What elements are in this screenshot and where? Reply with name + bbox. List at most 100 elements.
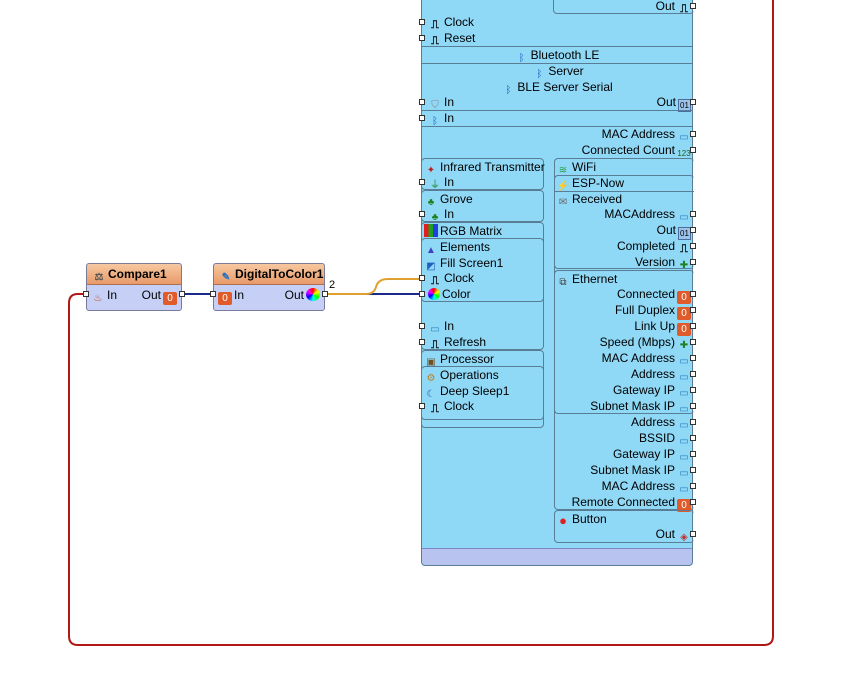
version-pin[interactable]: [690, 259, 696, 265]
connected-count-pin[interactable]: [690, 147, 696, 153]
sleep-clock-row: ⎍ Clock: [428, 398, 474, 415]
clock-pulse-icon: ⎍: [431, 403, 439, 415]
digitaltocolor-component[interactable]: ✎ DigitalToColor1 0 In Out: [213, 263, 325, 311]
version-row: Version ✚: [556, 254, 691, 271]
ble-in-pin[interactable]: [419, 99, 425, 105]
top-out-pin[interactable]: [690, 3, 696, 9]
compare-in-row: ♨ In: [91, 287, 118, 304]
grove-title-row: ♣ Grove: [424, 191, 473, 208]
top-out-row: Out ⎍: [553, 0, 691, 15]
full-duplex-row: Full Duplex 0: [556, 302, 691, 320]
fill-clock-pin[interactable]: [419, 275, 425, 281]
connected-count-row: Connected Count 123: [581, 143, 691, 158]
compare-icon: ⚖: [94, 272, 104, 283]
wifi-address-row: Address ▭: [556, 414, 691, 431]
board-footer: [422, 548, 692, 565]
fill-color-pin[interactable]: [419, 291, 425, 297]
wifi-mac-row: MAC Address ▭: [556, 478, 691, 495]
macaddress-pin[interactable]: [690, 211, 696, 217]
wifi-gateway-row: Gateway IP ▭: [556, 446, 691, 463]
wifi-subnet-pin[interactable]: [690, 467, 696, 473]
flame-icon: ♨: [93, 293, 103, 304]
ble-server-serial-row: ᛒ BLE Server Serial: [421, 79, 693, 96]
link-up-row: Link Up 0: [556, 318, 691, 336]
eth-address-pin[interactable]: [690, 371, 696, 377]
eth-gateway-pin[interactable]: [690, 387, 696, 393]
clock-pulse-icon: ⎍: [680, 3, 688, 15]
clock-pin[interactable]: [419, 19, 425, 25]
button-title-row: ● Button: [556, 511, 607, 527]
digitaltocolor-out-row: Out: [285, 287, 320, 303]
digitaltocolor-in-pin[interactable]: [210, 291, 216, 297]
matrix-in-pin[interactable]: [419, 323, 425, 329]
button-out-pin[interactable]: [690, 531, 696, 537]
sleep-clock-pin[interactable]: [419, 403, 425, 409]
espnow-out-row: Out 01: [556, 222, 691, 240]
operations-row: ⚙ Operations: [424, 367, 499, 384]
elements-row: ▲ Elements: [424, 239, 490, 256]
connected-pin[interactable]: [690, 291, 696, 297]
wire-clock-to-fillscreen[interactable]: [328, 278, 421, 295]
reset-pin[interactable]: [419, 35, 425, 41]
bssid-pin[interactable]: [690, 435, 696, 441]
wifi-address-pin[interactable]: [690, 419, 696, 425]
wifi-title-row: ≋ WiFi: [556, 159, 596, 176]
compare-title: ⚖ Compare1: [87, 264, 181, 285]
compare-out-pin[interactable]: [179, 291, 185, 297]
color-wheel-icon: [306, 288, 320, 301]
bluetooth-icon: ᛒ: [505, 85, 512, 96]
grove-in-pin[interactable]: [419, 211, 425, 217]
processor-row: ▣ Processor: [424, 351, 494, 368]
connected-row: Connected 0: [556, 286, 691, 304]
remote-connected-row: Remote Connected 0: [556, 494, 691, 512]
digitaltocolor-title: ✎ DigitalToColor1: [214, 264, 324, 285]
color-wheel-icon: [428, 288, 440, 300]
button-state-icon: ◈: [680, 532, 688, 543]
server-row: ᛒ Server: [478, 63, 638, 80]
clock-row: ⎍ Clock: [428, 14, 474, 31]
eth-subnet-pin[interactable]: [690, 403, 696, 409]
eth-mac-address-pin[interactable]: [690, 355, 696, 361]
rgb-matrix-title-row: RGB Matrix: [424, 223, 502, 239]
ble-out-pin[interactable]: [690, 99, 696, 105]
fill-color-row: Color: [428, 286, 471, 302]
wifi-gateway-pin[interactable]: [690, 451, 696, 457]
compare-component[interactable]: ⚖ Compare1 ♨ In Out 0: [86, 263, 182, 311]
ble-in2-row: ᛒ In: [428, 110, 454, 127]
fill-clock-row: ⎍ Clock: [428, 270, 474, 287]
digital-icon: 0: [163, 292, 177, 305]
button-out-row: Out ◈: [556, 526, 691, 543]
infrared-in-pin[interactable]: [419, 179, 425, 185]
fill-screen-row: ◩ Fill Screen1: [424, 255, 503, 272]
completed-pin[interactable]: [690, 243, 696, 249]
received-row: ✉ Received: [556, 191, 622, 208]
speed-pin[interactable]: [690, 339, 696, 345]
reset-row: ⎍ Reset: [428, 30, 475, 47]
eth-subnet-row: Subnet Mask IP ▭: [556, 398, 691, 415]
mac-address-pin[interactable]: [690, 131, 696, 137]
bluetooth-le-row: ᛒ Bluetooth LE: [421, 47, 693, 64]
deep-sleep-row: ☾ Deep Sleep1: [424, 383, 510, 400]
remote-connected-pin[interactable]: [690, 499, 696, 505]
matrix-in-row: ▭ In: [428, 318, 454, 335]
digital-icon: 0: [218, 292, 232, 305]
wifi-subnet-row: Subnet Mask IP ▭: [556, 462, 691, 479]
ble-out-row: Out 01: [553, 94, 691, 112]
matrix-icon: [424, 224, 438, 237]
eth-gateway-row: Gateway IP ▭: [556, 382, 691, 399]
digitaltocolor-out-pin[interactable]: [322, 291, 328, 297]
infrared-title-row: ✦ Infrared Transmitter: [424, 159, 545, 176]
mac-address-row: MAC Address ▭: [553, 126, 691, 143]
color-palette-icon: ✎: [221, 272, 231, 283]
ethernet-title-row: ⧉ Ethernet: [556, 271, 617, 288]
ble-in2-pin[interactable]: [419, 115, 425, 121]
eth-address-row: Address ▭: [556, 366, 691, 383]
espnow-out-pin[interactable]: [690, 227, 696, 233]
wire-index-label: 2: [329, 279, 336, 291]
refresh-pin[interactable]: [419, 339, 425, 345]
wifi-mac-pin[interactable]: [690, 483, 696, 489]
link-up-pin[interactable]: [690, 323, 696, 329]
full-duplex-pin[interactable]: [690, 307, 696, 313]
compare-in-pin[interactable]: [83, 291, 89, 297]
infrared-in-row: ⏚ In: [430, 175, 455, 191]
